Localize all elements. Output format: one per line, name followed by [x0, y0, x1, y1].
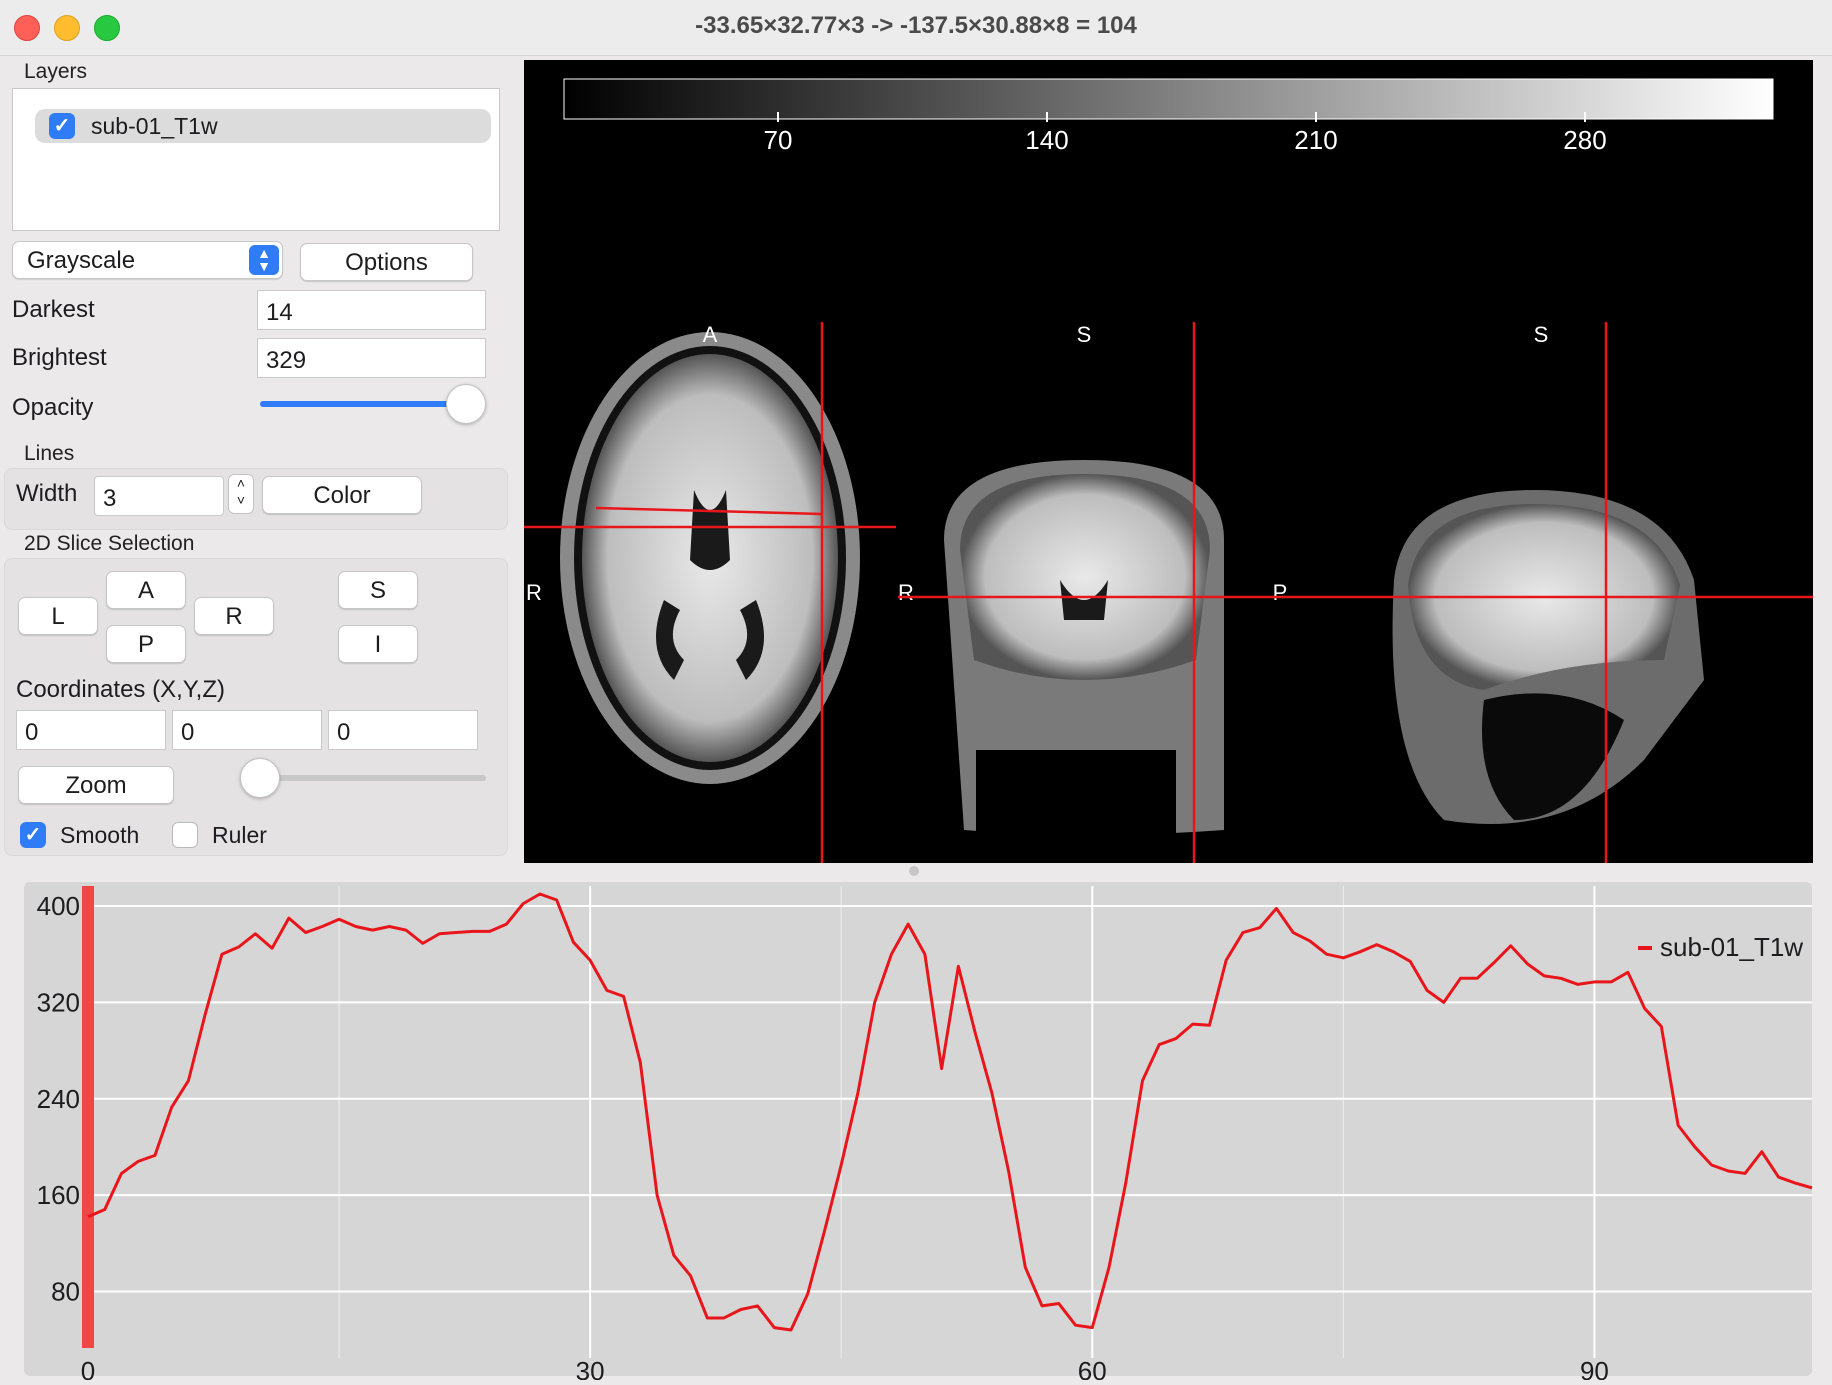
ruler-label: Ruler	[212, 822, 267, 848]
plot-legend: sub-01_T1w	[1638, 932, 1803, 962]
opacity-slider-knob[interactable]	[446, 384, 486, 424]
coordinate-x-input[interactable]: 0	[16, 710, 166, 750]
window-title: -33.65×32.77×3 -> -137.5×30.88×8 = 104	[695, 12, 1137, 39]
colorbar	[563, 78, 1774, 120]
axial-orientation-top: A	[703, 322, 718, 347]
title-bar: -33.65×32.77×3 -> -137.5×30.88×8 = 104	[0, 0, 1832, 56]
slice-inferior-button[interactable]: I	[338, 625, 418, 663]
y-tick-label: 160	[37, 1180, 80, 1210]
line-color-button[interactable]: Color	[262, 476, 422, 514]
chevron-up-down-icon: ▲ ▼	[249, 245, 279, 275]
y-tick-label: 320	[37, 987, 80, 1017]
ruler-checkbox[interactable]	[172, 822, 198, 848]
profile-plot[interactable]: 80 160 240 320 400 0 30 60 90 sub-01_T1w	[0, 872, 1832, 1385]
slice-left-button[interactable]: L	[18, 597, 98, 635]
opacity-slider-fill	[260, 401, 466, 407]
y-tick-label: 240	[37, 1084, 80, 1114]
coronal-orientation-top: S	[1077, 322, 1092, 347]
coronal-orientation-left: R	[898, 580, 914, 605]
layers-section-label: Layers	[24, 60, 88, 83]
x-tick-label: 90	[1580, 1356, 1609, 1380]
colorbar-tick-label: 280	[1563, 125, 1606, 155]
slice-right-button[interactable]: R	[194, 597, 274, 635]
brightest-input[interactable]: 329	[257, 338, 486, 378]
slice-superior-button[interactable]: S	[338, 571, 418, 609]
chevron-down-icon[interactable]: ˅	[237, 492, 245, 508]
colorbar-tick-label: 210	[1294, 125, 1337, 155]
sagittal-masked-region	[1482, 693, 1624, 820]
sagittal-orientation-top: S	[1534, 322, 1549, 347]
colorbar-tick-label: 70	[764, 125, 793, 155]
coordinates-label: Coordinates (X,Y,Z)	[16, 676, 225, 703]
zoom-slider-track[interactable]	[260, 775, 486, 781]
zoom-slider-knob[interactable]	[240, 758, 280, 798]
plot-background	[24, 882, 1812, 1376]
x-tick-label: 0	[81, 1356, 95, 1380]
legend-label: sub-01_T1w	[1660, 932, 1803, 962]
coronal-brain	[960, 474, 1210, 680]
opacity-label: Opacity	[12, 394, 94, 421]
colormap-value: Grayscale	[27, 247, 136, 274]
y-tick-label: 400	[37, 891, 80, 921]
colorbar-tick-label: 140	[1025, 125, 1068, 155]
darkest-input[interactable]: 14	[257, 290, 486, 330]
chevron-up-icon[interactable]: ˄	[237, 475, 245, 491]
lines-section-label: Lines	[24, 442, 75, 465]
width-stepper[interactable]: ˄ ˅	[228, 474, 254, 514]
coronal-slice[interactable]: S R	[898, 322, 1264, 863]
x-tick-label: 30	[576, 1356, 605, 1380]
colormap-select[interactable]: Grayscale ▲ ▼	[12, 241, 283, 279]
y-tick-label: 80	[51, 1276, 80, 1306]
layer-label: sub-01_T1w	[91, 113, 218, 139]
opacity-slider-track[interactable]	[260, 401, 466, 407]
plot-position-marker[interactable]	[82, 886, 94, 1348]
width-input[interactable]: 3	[94, 476, 224, 516]
layers-list[interactable]: ✓ sub-01_T1w	[12, 88, 500, 231]
slice-posterior-button[interactable]: P	[106, 625, 186, 663]
darkest-label: Darkest	[12, 296, 95, 323]
x-tick-label: 60	[1078, 1356, 1107, 1380]
options-button[interactable]: Options	[300, 243, 473, 281]
brightest-label: Brightest	[12, 344, 107, 371]
axial-orientation-left: R	[526, 580, 542, 605]
zoom-button[interactable]: Zoom	[18, 766, 174, 804]
width-label: Width	[16, 480, 78, 507]
lines-group	[4, 468, 508, 530]
slice-anterior-button[interactable]: A	[106, 571, 186, 609]
axial-slice[interactable]: A R	[524, 322, 896, 863]
sagittal-orientation-left: P	[1273, 580, 1288, 605]
slice-selection-section-label: 2D Slice Selection	[24, 532, 195, 555]
coordinate-y-input[interactable]: 0	[172, 710, 322, 750]
layer-item[interactable]: ✓ sub-01_T1w	[35, 109, 491, 143]
coordinate-z-input[interactable]: 0	[328, 710, 478, 750]
profile-plot-canvas[interactable]: 80 160 240 320 400 0 30 60 90 sub-01_T1w	[0, 872, 1832, 1385]
smooth-checkbox[interactable]: ✓	[20, 822, 46, 848]
image-viewer[interactable]: 70 140 210 280 A R S R S P	[524, 60, 1813, 863]
coronal-masked-region	[976, 750, 1176, 844]
control-panel: Layers ✓ sub-01_T1w Grayscale ▲ ▼ Options…	[0, 56, 516, 864]
smooth-label: Smooth	[60, 822, 140, 848]
sagittal-slice[interactable]: S P	[1264, 322, 1813, 863]
layer-visibility-checkbox[interactable]: ✓	[49, 113, 75, 139]
viewer-canvas[interactable]: 70 140 210 280 A R S R S P	[524, 60, 1813, 863]
